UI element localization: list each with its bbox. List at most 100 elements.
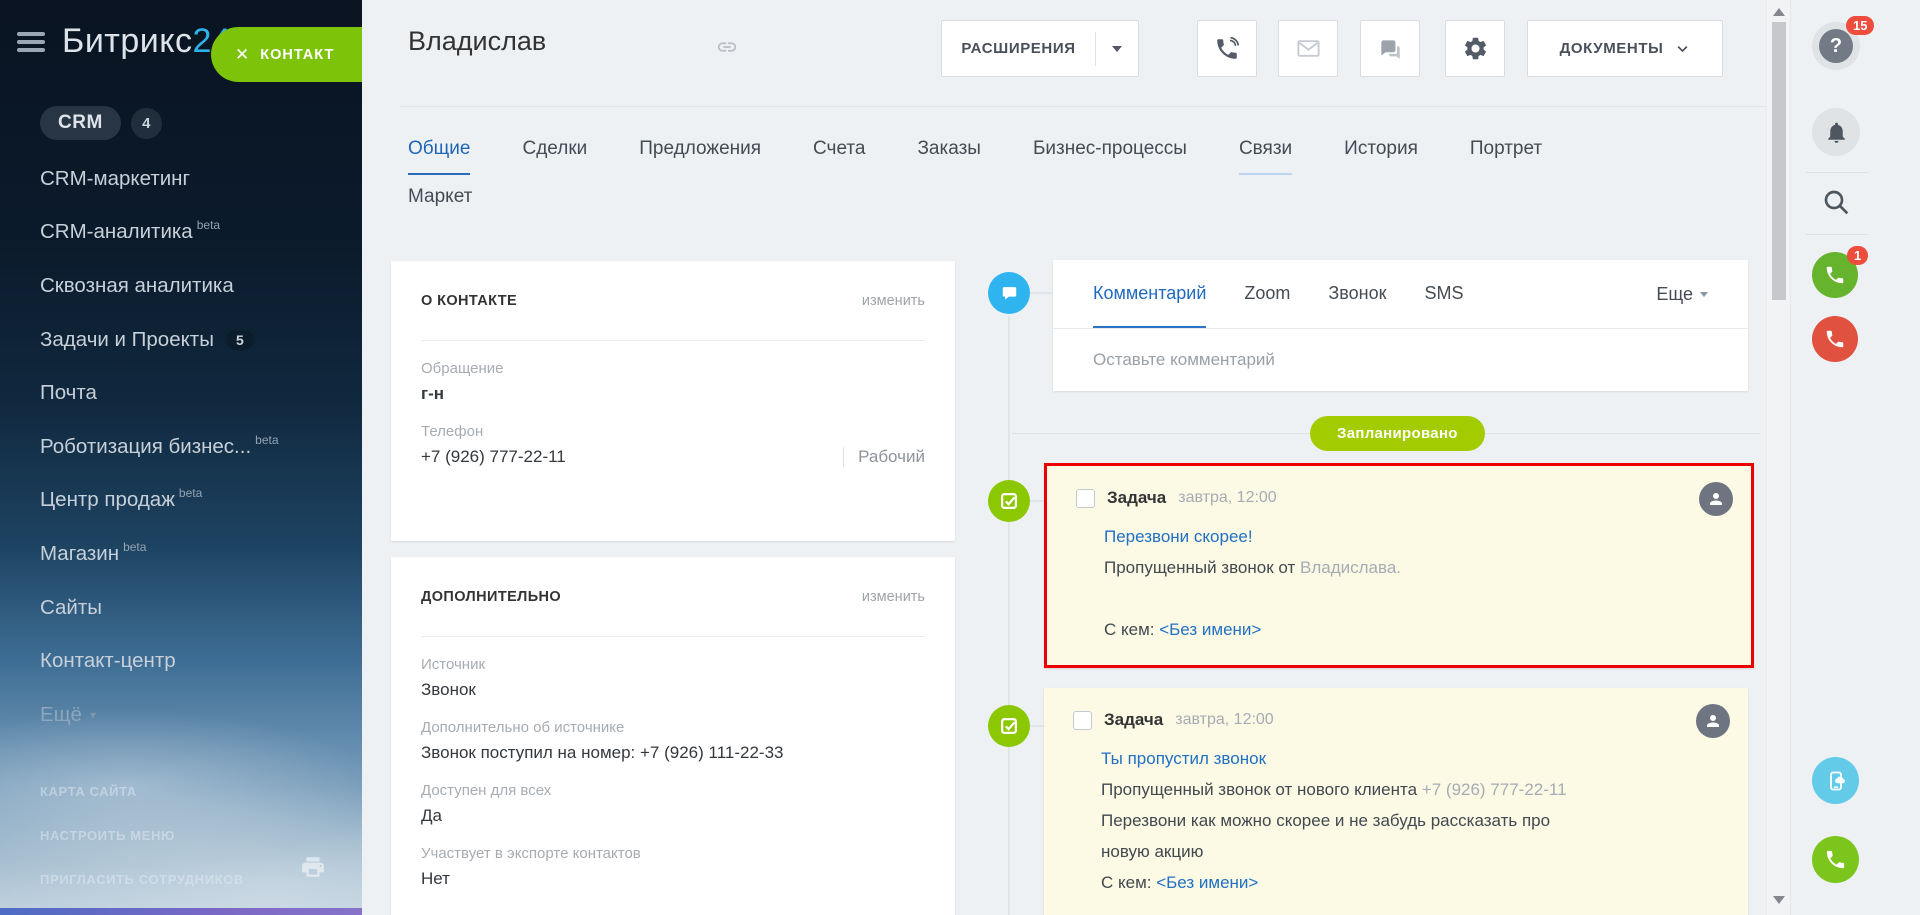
sidebar-footer-link[interactable]: НАСТРОИТЬ МЕНЮ (40, 828, 244, 843)
responsible-avatar[interactable] (1699, 482, 1733, 516)
entity-tabs-row2: Маркет (408, 186, 472, 223)
scroll-up-arrow[interactable] (1773, 8, 1785, 16)
task-body-line: Ты пропустил звонок (1101, 743, 1728, 774)
field-value[interactable]: г-н (421, 384, 444, 404)
task-body-line: С кем: <Без имени> (1101, 867, 1728, 898)
mobile-cloud-icon (1824, 769, 1848, 793)
sidebar-item[interactable]: CRM-аналитика beta (40, 206, 352, 260)
entity-tab[interactable]: Предложения (639, 138, 761, 175)
timeline-tab[interactable]: Комментарий (1093, 260, 1206, 328)
crm-pill-label[interactable]: CRM (40, 106, 121, 140)
sidebar-item[interactable]: Почта (40, 366, 352, 420)
sidebar-item-label: CRM-аналитика (40, 220, 193, 244)
task-text-span: <Без имени> (1156, 873, 1258, 892)
chat-button[interactable] (1360, 20, 1420, 77)
entity-tab[interactable]: Бизнес-процессы (1033, 138, 1187, 175)
sidebar-item[interactable]: Контакт-центр (40, 634, 352, 688)
beta-tag: beta (255, 433, 278, 447)
about-contact-card: О КОНТАКТЕ изменить Обращение г-н Телефо… (391, 261, 955, 541)
contact-field: Участвует в экспорте контактов Нет (421, 845, 925, 889)
entity-tab[interactable]: Связи (1239, 138, 1292, 175)
chat-icon (1377, 36, 1403, 62)
scrollbar-thumb[interactable] (1772, 22, 1786, 300)
contact-field: Источник Звонок (421, 656, 925, 700)
sidebar-item[interactable]: Центр продаж beta (40, 474, 352, 528)
field-value[interactable]: +7 (926) 777-22-11 (421, 447, 566, 467)
active-entity-badge[interactable]: ✕ КОНТАКТ (211, 27, 362, 82)
task-title[interactable]: Задача (1107, 488, 1166, 508)
chevron-down-icon[interactable] (1096, 46, 1138, 52)
task-body-line: Пропущенный звонок от нового клиента +7 … (1101, 774, 1728, 805)
edit-link[interactable]: изменить (862, 589, 925, 605)
entity-tab[interactable]: Счета (813, 138, 865, 175)
task-title[interactable]: Задача (1104, 710, 1163, 730)
timeline-connector (1030, 292, 1053, 294)
sidebar-item-crm[interactable]: CRM 4 (40, 106, 162, 140)
timeline-connector (1030, 500, 1044, 502)
task-card: Задача завтра, 12:00 Ты пропустил звонок… (1044, 688, 1748, 915)
header-divider (400, 106, 1768, 107)
entity-tab[interactable]: История (1344, 138, 1418, 175)
printer-icon[interactable] (300, 854, 326, 880)
documents-label: ДОКУМЕНТЫ (1560, 40, 1664, 57)
missed-call-button[interactable] (1812, 316, 1858, 362)
sidebar-item-label: Ещё (40, 703, 82, 727)
sidebar-item[interactable]: Роботизация бизнес... beta (40, 420, 352, 474)
timeline-tab[interactable]: Звонок (1328, 260, 1386, 328)
mobile-app-button[interactable] (1812, 757, 1859, 804)
timeline-tab[interactable]: Zoom (1244, 260, 1290, 328)
hamburger-menu-icon[interactable] (17, 32, 45, 53)
entity-tab[interactable]: Маркет (408, 186, 472, 223)
sidebar-item[interactable]: Магазин beta (40, 527, 352, 581)
sidebar-footer-link[interactable]: КАРТА САЙТА (40, 784, 244, 799)
close-icon[interactable]: ✕ (235, 45, 249, 65)
timeline-more-menu[interactable]: Еще (1656, 284, 1708, 305)
scroll-down-arrow[interactable] (1773, 896, 1785, 904)
responsible-avatar[interactable] (1696, 704, 1730, 738)
contact-field: Доступен для всех Да (421, 782, 925, 826)
entity-tab[interactable]: Общие (408, 138, 470, 175)
comment-input[interactable]: Оставьте комментарий (1053, 329, 1748, 391)
timeline-tab[interactable]: SMS (1424, 260, 1463, 328)
task-text-span: Перезвони скорее! (1104, 527, 1253, 546)
documents-button[interactable]: ДОКУМЕНТЫ (1527, 20, 1723, 77)
edit-link[interactable]: изменить (862, 293, 925, 309)
task-checkbox[interactable] (1073, 711, 1092, 730)
notifications-button[interactable] (1812, 108, 1860, 156)
beta-tag: beta (179, 486, 202, 500)
sidebar-footer-link[interactable]: ПРИГЛАСИТЬ СОТРУДНИКОВ (40, 872, 244, 887)
entity-tab[interactable]: Заказы (917, 138, 981, 175)
sidebar-item-label: CRM-маркетинг (40, 167, 190, 191)
sidebar-item[interactable]: Сквозная аналитика (40, 259, 352, 313)
sidebar-item[interactable]: CRM-маркетинг (40, 152, 352, 206)
task-body-line: новую акцию (1101, 836, 1728, 867)
extra-fields: Источник Звонок Дополнительно об источни… (421, 656, 925, 889)
field-type-tag: Рабочий (843, 447, 925, 467)
field-label: Источник (421, 656, 925, 673)
settings-button[interactable] (1445, 20, 1505, 77)
task-body-line: С кем: <Без имени> (1104, 614, 1731, 645)
callback-phone-button[interactable] (1812, 836, 1859, 883)
entity-tab[interactable]: Сделки (522, 138, 587, 175)
active-entity-label: КОНТАКТ (260, 47, 334, 63)
field-label: Обращение (421, 360, 925, 377)
sidebar-item[interactable]: Ещё ▾ (40, 688, 352, 742)
extensions-button[interactable]: РАСШИРЕНИЯ (941, 20, 1139, 77)
task-checkbox[interactable] (1076, 489, 1095, 508)
task-text-span: +7 (926) 777-22-11 (1422, 780, 1567, 799)
sidebar-item-label: Сайты (40, 596, 102, 620)
copy-link-icon[interactable] (716, 36, 738, 58)
mail-button[interactable] (1278, 20, 1338, 77)
sidebar-item[interactable]: Сайты (40, 581, 352, 635)
sidebar-item[interactable]: Задачи и Проекты 5 (40, 313, 352, 367)
task-body-line: Перезвони скорее! (1104, 521, 1731, 552)
person-icon (1703, 711, 1723, 731)
sidebar-item-label: Роботизация бизнес... (40, 435, 251, 459)
call-button[interactable] (1197, 20, 1257, 77)
entity-tab[interactable]: Портрет (1470, 138, 1542, 175)
phone-icon (1824, 328, 1846, 350)
additional-card: ДОПОЛНИТЕЛЬНО изменить Источник Звонок Д… (391, 557, 955, 915)
search-icon[interactable] (1820, 186, 1852, 218)
mail-icon (1295, 35, 1322, 62)
crm-count-badge: 4 (131, 108, 162, 139)
